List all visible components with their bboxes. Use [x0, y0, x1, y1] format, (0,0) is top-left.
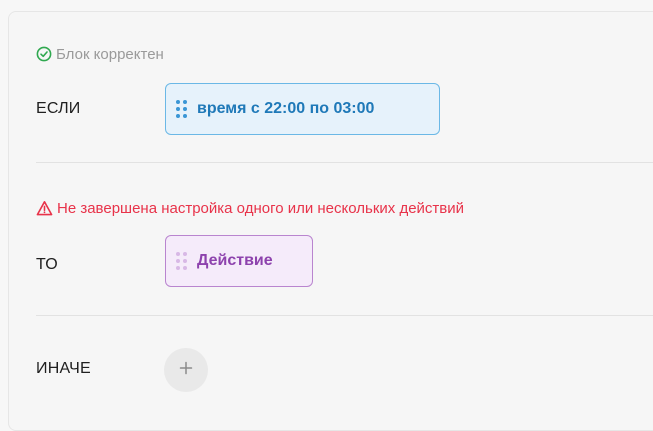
drag-handle-icon[interactable] — [176, 252, 187, 270]
if-label: ЕСЛИ — [36, 100, 81, 117]
condition-chip-label: время с 22:00 по 03:00 — [197, 100, 375, 117]
drag-handle-icon[interactable] — [176, 100, 187, 118]
condition-block-card — [8, 11, 653, 431]
condition-chip[interactable]: время с 22:00 по 03:00 — [165, 83, 440, 135]
section-divider — [36, 315, 653, 316]
section-divider — [36, 162, 653, 163]
then-label: ТО — [36, 256, 58, 273]
action-chip[interactable]: Действие — [165, 235, 313, 287]
add-else-action-button[interactable] — [164, 348, 208, 392]
action-warning: Не завершена настройка одного или нескол… — [36, 198, 464, 218]
plus-icon — [179, 361, 193, 380]
action-chip-label: Действие — [197, 252, 273, 269]
block-status-valid: Блок корректен — [36, 44, 164, 64]
warning-text: Не завершена настройка одного или нескол… — [57, 199, 465, 217]
warning-triangle-icon — [36, 200, 53, 217]
block-status-text: Блок корректен — [56, 45, 164, 63]
else-label: ИНАЧЕ — [36, 360, 91, 377]
check-circle-icon — [36, 46, 52, 62]
